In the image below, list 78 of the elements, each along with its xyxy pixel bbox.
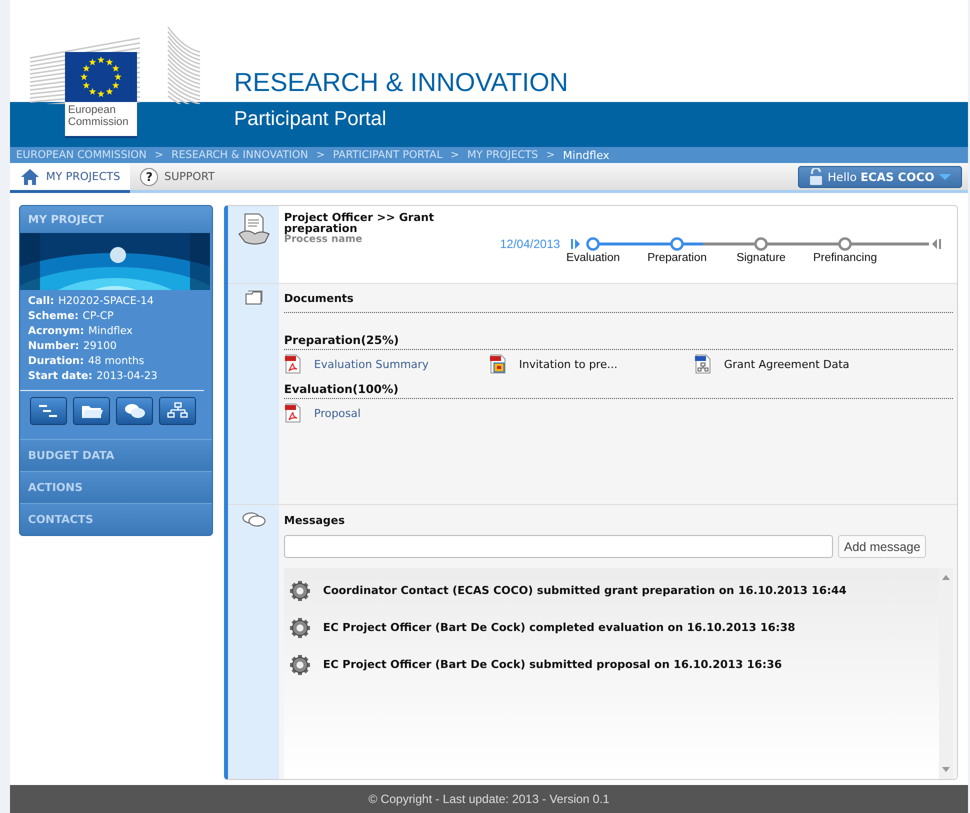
breadcrumb-separator: >	[546, 149, 555, 161]
breadcrumb-link[interactable]: PARTICIPANT PORTAL	[332, 149, 442, 161]
sidebar-title: MY PROJECT	[20, 206, 212, 233]
gear-icon	[289, 580, 311, 602]
scroll-down-icon	[942, 767, 950, 773]
documents-heading: Documents	[284, 292, 355, 305]
data-file-icon	[694, 354, 712, 374]
chat-tool-button[interactable]	[116, 397, 153, 425]
home-icon	[20, 168, 40, 186]
document-name[interactable]: Grant Agreement Data	[724, 358, 850, 370]
activity-message: Coordinator Contact (ECAS COCO) submitted grant preparation on 16.10.2013 16:44	[323, 584, 847, 597]
scroll-up-icon	[942, 574, 950, 580]
pdf-bundle-icon	[489, 354, 507, 374]
chat-bubbles-icon	[240, 511, 266, 529]
field-value: H20202-SPACE-14	[58, 295, 154, 307]
document-group-heading: Preparation(25%)	[284, 333, 400, 347]
timeline-date: 12/04/2013	[500, 237, 560, 251]
field-value: 29100	[83, 340, 117, 352]
stage-label: Preparation	[646, 252, 708, 264]
chart-tool-button[interactable]	[159, 397, 196, 425]
field-label: Number:	[28, 340, 80, 352]
help-icon: ?	[140, 168, 158, 186]
field-label: Start date:	[28, 370, 92, 382]
pdf-file-icon	[284, 403, 302, 423]
pdf-file-icon	[284, 354, 302, 374]
add-message-button[interactable]: Add message	[838, 535, 926, 558]
field-label: Duration:	[28, 355, 84, 367]
sidebar-section-link[interactable]: ACTIONS	[20, 471, 212, 503]
field-value: Mindflex	[88, 325, 133, 337]
messages-heading: Messages	[284, 514, 346, 527]
process-caption: Process name	[284, 234, 364, 245]
caret-icon	[939, 172, 952, 180]
breadcrumb-separator: >	[154, 149, 164, 161]
breadcrumb-separator: >	[316, 149, 325, 161]
sidebar-section-link[interactable]: BUDGET DATA	[20, 439, 212, 471]
field-value: 2013-04-23	[96, 370, 158, 382]
activity-message: EC Project Officer (Bart De Cock) submitted proposal on 16.10.2013 16:36	[323, 658, 782, 671]
document-name[interactable]: Invitation to pre...	[519, 358, 618, 370]
unlock-icon	[808, 168, 823, 185]
portal-title: Participant Portal	[234, 108, 386, 131]
document-group-heading: Evaluation(100%)	[284, 382, 400, 396]
field-value: CP-CP	[82, 310, 114, 322]
site-title: RESEARCH & INNOVATION	[234, 67, 568, 98]
breadcrumb-link[interactable]: RESEARCH & INNOVATION	[171, 149, 308, 161]
user-menu-button[interactable]: Hello ECAS COCO	[798, 166, 962, 188]
chat-bubbles-icon	[122, 402, 146, 420]
sidebar-section-link[interactable]: CONTACTS	[20, 503, 212, 535]
stage-label: Signature	[735, 252, 787, 264]
breadcrumb-link[interactable]: EUROPEAN COMMISSION	[16, 149, 147, 161]
stage-label: Prefinancing	[812, 252, 878, 264]
nav-tab[interactable]: ? SUPPORT	[130, 163, 225, 190]
timeline-end-icon	[932, 239, 942, 249]
field-label: Scheme:	[28, 310, 79, 322]
copyright-text: © Copyright - Last update: 2013 - Version 0.1	[368, 792, 610, 806]
gantt-tool-button[interactable]	[30, 397, 67, 425]
nav-tab[interactable]: MY PROJECTS	[10, 163, 130, 193]
field-label: Acronym:	[28, 325, 84, 337]
breadcrumb-link[interactable]: Mindflex	[562, 148, 610, 162]
gear-icon	[289, 616, 311, 638]
activity-message: EC Project Officer (Bart De Cock) completed evaluation on 16.10.2013 16:38	[323, 621, 796, 634]
folder-icon	[244, 290, 262, 306]
eu-flag-icon	[65, 52, 137, 102]
field-label: Call:	[28, 295, 54, 307]
message-input[interactable]	[284, 535, 833, 558]
gear-icon	[289, 654, 311, 676]
timeline-start-icon	[571, 239, 580, 249]
breadcrumb-link[interactable]: MY PROJECTS	[467, 149, 538, 161]
field-value: 48 months	[88, 355, 144, 367]
handshake-document-icon	[236, 212, 270, 246]
stage-label: Evaluation	[565, 252, 621, 264]
breadcrumb-separator: >	[450, 149, 460, 161]
folder-tool-button[interactable]	[73, 397, 110, 425]
hierarchy-chart-icon	[166, 402, 190, 420]
document-link[interactable]: Proposal	[314, 406, 361, 420]
scrollbar[interactable]	[939, 568, 953, 779]
process-title: Project Officer >> Grant preparation	[284, 212, 435, 234]
logo-caption: European Commission	[65, 102, 137, 136]
document-link[interactable]: Evaluation Summary	[314, 358, 429, 370]
